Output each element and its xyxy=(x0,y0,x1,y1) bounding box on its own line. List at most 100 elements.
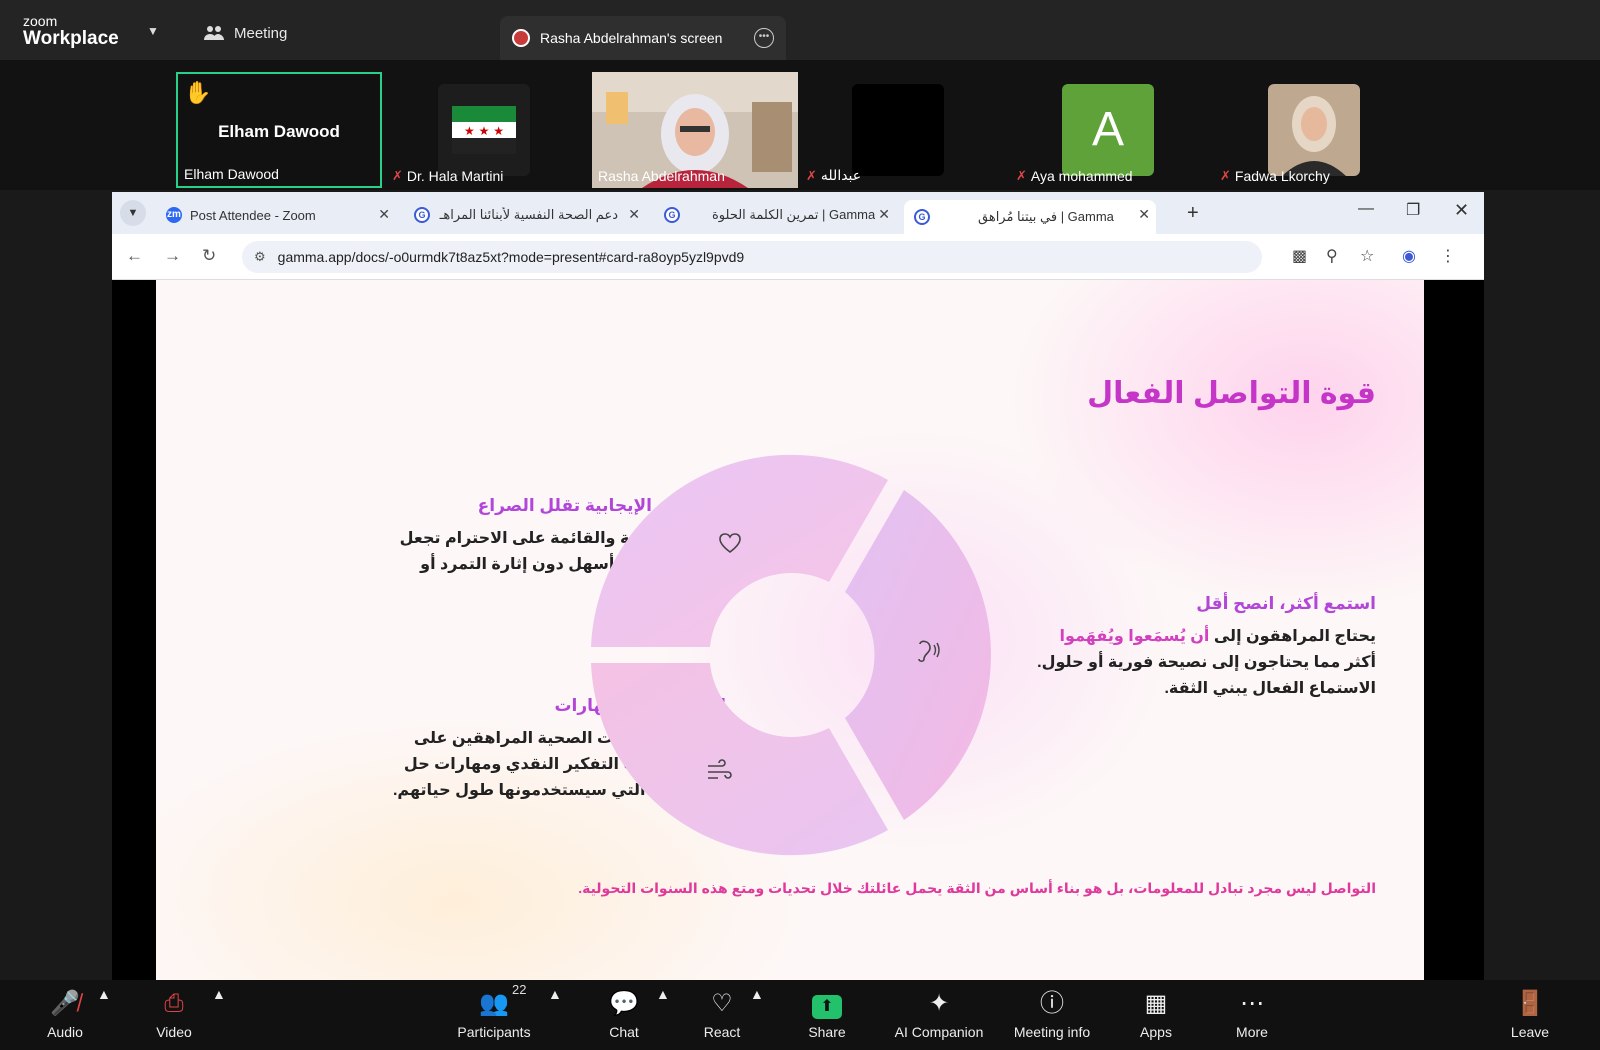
screen-share-label: Rasha Abdelrahman's screen xyxy=(540,30,723,46)
meeting-label: Meeting xyxy=(234,24,288,42)
block-body: يحتاج المراهقون إلى أن يُسمَعوا ويُفهَمو… xyxy=(1037,628,1376,697)
mic-muted-icon: ✗ xyxy=(806,167,817,183)
bookmark-star-icon[interactable]: ☆ xyxy=(1360,246,1374,266)
gamma-icon: G xyxy=(414,207,430,223)
url-field[interactable]: ⚙ gamma.app/docs/-o0urmdk7t8az5xt?mode=p… xyxy=(242,241,1262,273)
slide-title: قوة التواصل الفعال xyxy=(1087,377,1376,410)
chevron-down-icon[interactable]: ▼ xyxy=(147,24,159,38)
block-heading: استمع أكثر، انصح أقل xyxy=(1196,594,1376,613)
screen-share-tab[interactable]: Rasha Abdelrahman's screen ••• xyxy=(500,16,786,60)
people-icon xyxy=(204,26,224,40)
svg-text:★ ★ ★: ★ ★ ★ xyxy=(464,124,504,138)
video-tile-abdullah[interactable]: ✗ عبدالله xyxy=(800,72,946,188)
participant-label: Elham Dawood xyxy=(184,166,279,182)
apps-grid-icon: ▦ xyxy=(1144,990,1168,1017)
audio-options-chevron-icon[interactable]: ▲ xyxy=(97,986,111,1002)
gamma-slide: قوة التواصل الفعال العلاقات الإيجابية تق… xyxy=(156,280,1424,980)
browser-tab-bar: ▼ zm Post Attendee - Zoom ✕ G دعم الصحة … xyxy=(112,192,1484,234)
restore-icon[interactable]: ❐ xyxy=(1406,200,1420,220)
close-tab-icon[interactable]: ✕ xyxy=(878,206,890,223)
mic-muted-icon: ✗ xyxy=(1220,168,1231,183)
zoom-icon: zm xyxy=(166,207,182,223)
tab-mental-health[interactable]: G دعم الصحة النفسية لأبنائنا المراهـ ✕ xyxy=(404,200,646,230)
chat-options-chevron-icon[interactable]: ▲ xyxy=(656,986,670,1002)
video-button[interactable]: ⎙ Video xyxy=(124,986,224,1040)
apps-button[interactable]: ▦ Apps xyxy=(1106,986,1206,1040)
site-settings-icon[interactable]: ⚙ xyxy=(254,249,266,265)
zoom-magnifier-icon[interactable]: ⚲ xyxy=(1326,246,1338,266)
participant-label: ✗ Aya mohammed xyxy=(1016,168,1133,184)
participant-label: ✗ عبدالله xyxy=(806,167,862,183)
syria-flag-avatar: ★ ★ ★ xyxy=(438,84,530,176)
raised-hand-icon: ✋ xyxy=(184,80,212,105)
brand-big: Workplace xyxy=(23,28,119,49)
close-tab-icon[interactable]: ✕ xyxy=(1138,206,1150,223)
video-tile-hala[interactable]: ★ ★ ★ ✗ Dr. Hala Martini xyxy=(386,72,532,188)
install-app-icon[interactable]: ▩ xyxy=(1292,246,1307,266)
new-tab-plus-icon[interactable]: + xyxy=(1187,202,1199,225)
tab-sweet-word[interactable]: G تمرين الكلمة الحلوة | Gamma ✕ xyxy=(654,200,896,230)
more-button[interactable]: ⋯ More xyxy=(1202,986,1302,1040)
mic-muted-icon: ✗ xyxy=(392,168,403,183)
video-tile-aya[interactable]: A ✗ Aya mohammed xyxy=(1010,72,1156,188)
reload-icon[interactable]: ↻ xyxy=(202,246,216,266)
flag-image: ★ ★ ★ xyxy=(452,106,516,154)
sparkle-icon: ✦ xyxy=(928,990,950,1017)
donut-segment-dialogue xyxy=(591,663,888,856)
info-icon: ⓘ xyxy=(1040,990,1064,1017)
participants-options-chevron-icon[interactable]: ▲ xyxy=(548,986,562,1002)
zoom-workplace-logo: zoom Workplace xyxy=(23,14,119,48)
sharer-avatar-icon xyxy=(512,29,530,47)
tab-teen-at-home[interactable]: G في بيتنا مُراهق | Gamma ✕ xyxy=(904,200,1156,234)
video-off-icon: ⎙ xyxy=(164,990,184,1017)
ai-companion-button[interactable]: ✦ AI Companion xyxy=(884,986,994,1040)
tab-post-attendee[interactable]: zm Post Attendee - Zoom ✕ xyxy=(156,200,396,230)
leave-button[interactable]: 🚪 Leave xyxy=(1480,986,1580,1040)
browser-address-bar: ← → ↻ ⚙ gamma.app/docs/-o0urmdk7t8az5xt?… xyxy=(112,234,1484,280)
slide-footer: التواصل ليس مجرد تبادل للمعلومات، بل هو … xyxy=(578,880,1376,896)
participants-count: 22 xyxy=(512,982,527,997)
participant-label: ✗ Fadwa Lkorchy xyxy=(1220,168,1330,184)
react-options-chevron-icon[interactable]: ▲ xyxy=(750,986,764,1002)
kebab-menu-icon[interactable]: ⋮ xyxy=(1440,246,1456,266)
meeting-info-button[interactable]: ⓘ Meeting info xyxy=(1000,986,1104,1040)
video-options-chevron-icon[interactable]: ▲ xyxy=(212,986,226,1002)
zoom-top-bar: zoom Workplace ▼ Meeting Rasha Abdelrahm… xyxy=(0,0,1600,60)
close-window-icon[interactable]: ✕ xyxy=(1454,200,1469,221)
video-tile-elham[interactable]: ✋ Elham Dawood Elham Dawood xyxy=(176,72,382,188)
participant-name-center: Elham Dawood xyxy=(218,122,340,141)
donut-diagram xyxy=(591,454,991,856)
initial-avatar: A xyxy=(1062,84,1154,176)
profile-icon[interactable]: ◉ xyxy=(1402,246,1416,266)
donut-segment-listening xyxy=(845,490,991,820)
gamma-icon: G xyxy=(664,207,680,223)
video-tile-fadwa[interactable]: ✗ Fadwa Lkorchy xyxy=(1214,72,1360,188)
more-options-icon[interactable]: ••• xyxy=(754,28,774,48)
leave-door-icon: 🚪 xyxy=(1515,990,1545,1017)
participant-label: ✗ Dr. Hala Martini xyxy=(392,168,504,184)
mic-muted-icon: ✗ xyxy=(1016,168,1027,183)
close-tab-icon[interactable]: ✕ xyxy=(378,206,390,223)
gamma-icon: G xyxy=(914,209,930,225)
more-dots-icon: ⋯ xyxy=(1240,990,1264,1017)
zoom-controls-bar: 🎤̸ Audio ▲ ⎙ Video ▲ 👥 Participants 22 ▲… xyxy=(0,980,1600,1050)
black-avatar xyxy=(852,84,944,176)
forward-arrow-icon[interactable]: → xyxy=(164,246,181,266)
block-listen-more: استمع أكثر، انصح أقل يحتاج المراهقون إلى… xyxy=(1024,594,1376,702)
brand-small: zoom xyxy=(23,13,58,29)
meeting-button[interactable]: Meeting xyxy=(204,24,287,42)
share-arrow-icon: ⬆ xyxy=(812,995,842,1019)
close-tab-icon[interactable]: ✕ xyxy=(628,206,640,223)
video-tile-rasha[interactable]: Rasha Abdelrahman xyxy=(592,72,798,188)
participant-label: Rasha Abdelrahman xyxy=(598,168,725,184)
share-button[interactable]: ⬆ Share xyxy=(777,986,877,1040)
minimize-icon[interactable]: — xyxy=(1358,200,1374,218)
video-strip: ✋ Elham Dawood Elham Dawood ★ ★ ★ ✗ Dr. H… xyxy=(0,60,1600,190)
participants-icon: 👥 xyxy=(479,990,509,1017)
participants-button[interactable]: 👥 Participants xyxy=(444,986,544,1040)
url-text: gamma.app/docs/-o0urmdk7t8az5xt?mode=pre… xyxy=(277,249,745,265)
tab-search-chevron-icon[interactable]: ▼ xyxy=(120,200,146,226)
back-arrow-icon[interactable]: ← xyxy=(126,246,143,266)
participant-photo xyxy=(1268,84,1360,176)
donut-segment-relationships xyxy=(591,454,888,647)
